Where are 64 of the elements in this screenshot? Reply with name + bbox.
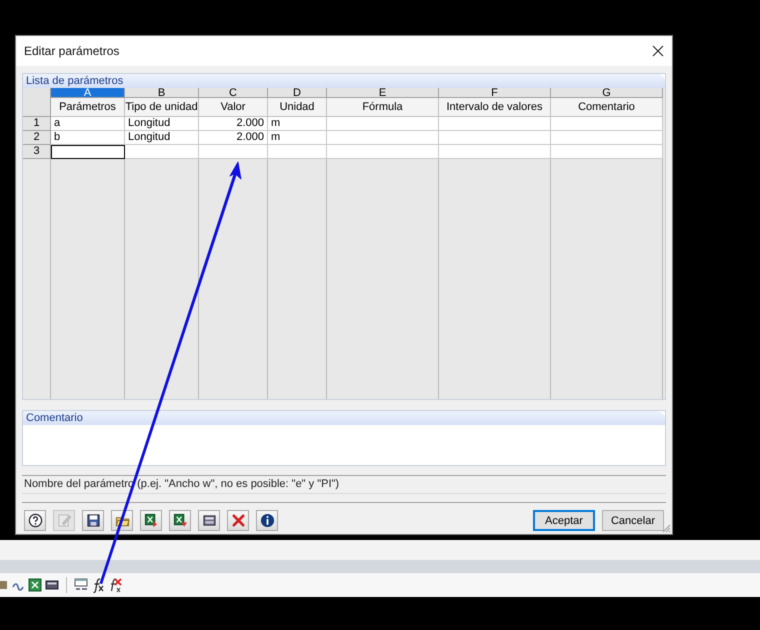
column-header: Valor	[199, 98, 268, 117]
table-cell[interactable]: a	[51, 117, 125, 131]
column-header: Fórmula	[327, 98, 439, 117]
table-cell[interactable]: m	[268, 131, 327, 145]
table-cell[interactable]	[551, 131, 663, 145]
column-letter[interactable]: B	[125, 88, 199, 98]
close-icon[interactable]	[650, 43, 666, 59]
excel-icon[interactable]	[28, 577, 42, 593]
help-button[interactable]	[24, 510, 46, 531]
info-icon	[260, 513, 274, 528]
column-letter[interactable]: F	[439, 88, 551, 98]
row-number[interactable]: 1	[23, 117, 51, 131]
table-cell[interactable]	[439, 131, 551, 145]
help-icon	[28, 513, 42, 528]
table-cell[interactable]: 2.000	[199, 117, 268, 131]
calculator-button[interactable]	[198, 510, 220, 531]
column-letter[interactable]: C	[199, 88, 268, 98]
column-header: Intervalo de valores	[439, 98, 551, 117]
table-cell[interactable]	[268, 145, 327, 159]
table-cell[interactable]	[439, 145, 551, 159]
table-cell[interactable]	[551, 117, 663, 131]
edit-icon	[56, 513, 72, 528]
delete-icon	[230, 513, 246, 528]
table-cell[interactable]: Longitud	[125, 117, 199, 131]
calculator-icon	[202, 513, 216, 528]
column-letter[interactable]: D	[268, 88, 327, 98]
column-letter[interactable]: G	[551, 88, 663, 98]
excel-export-button[interactable]	[140, 510, 162, 531]
table-cell[interactable]	[551, 145, 663, 159]
window-title: Editar parámetros	[24, 44, 120, 58]
active-cell[interactable]	[51, 145, 125, 159]
section-title: Lista de parámetros	[23, 74, 665, 88]
table-cell[interactable]	[327, 145, 439, 159]
resize-grip-icon[interactable]	[661, 523, 671, 533]
save-icon	[86, 513, 100, 528]
section-title: Comentario	[23, 411, 665, 425]
column-header: Comentario	[551, 98, 663, 117]
column-letter[interactable]: E	[327, 88, 439, 98]
dialog-button[interactable]: Aceptar	[533, 510, 595, 531]
row-number[interactable]: 3	[23, 145, 51, 159]
row-number[interactable]: 2	[23, 131, 51, 145]
save-button[interactable]	[82, 510, 104, 531]
column-header: Tipo de unidad	[125, 98, 199, 117]
delete-button[interactable]	[227, 510, 249, 531]
table-cell[interactable]: m	[268, 117, 327, 131]
dialog-button[interactable]: Cancelar	[602, 510, 664, 531]
table-corner[interactable]	[23, 88, 51, 117]
table-cell[interactable]: Longitud	[125, 131, 199, 145]
excel-import-icon	[172, 513, 188, 528]
table-cell[interactable]: b	[51, 131, 125, 145]
column-letter[interactable]: A	[51, 88, 125, 98]
table-cell[interactable]	[327, 131, 439, 145]
table-cell[interactable]: 2.000	[199, 131, 268, 145]
table-cell[interactable]	[327, 117, 439, 131]
table-cell[interactable]	[125, 145, 199, 159]
excel-export-icon	[144, 513, 158, 528]
table-cell[interactable]	[199, 145, 268, 159]
table-cell[interactable]	[439, 117, 551, 131]
formula-icon[interactable]	[91, 577, 105, 593]
formula-delete-icon[interactable]	[108, 577, 122, 593]
column-header: Parámetros	[51, 98, 125, 117]
column-header: Unidad	[268, 98, 327, 117]
info-button[interactable]	[256, 510, 278, 531]
excel-import-button[interactable]	[169, 510, 191, 531]
